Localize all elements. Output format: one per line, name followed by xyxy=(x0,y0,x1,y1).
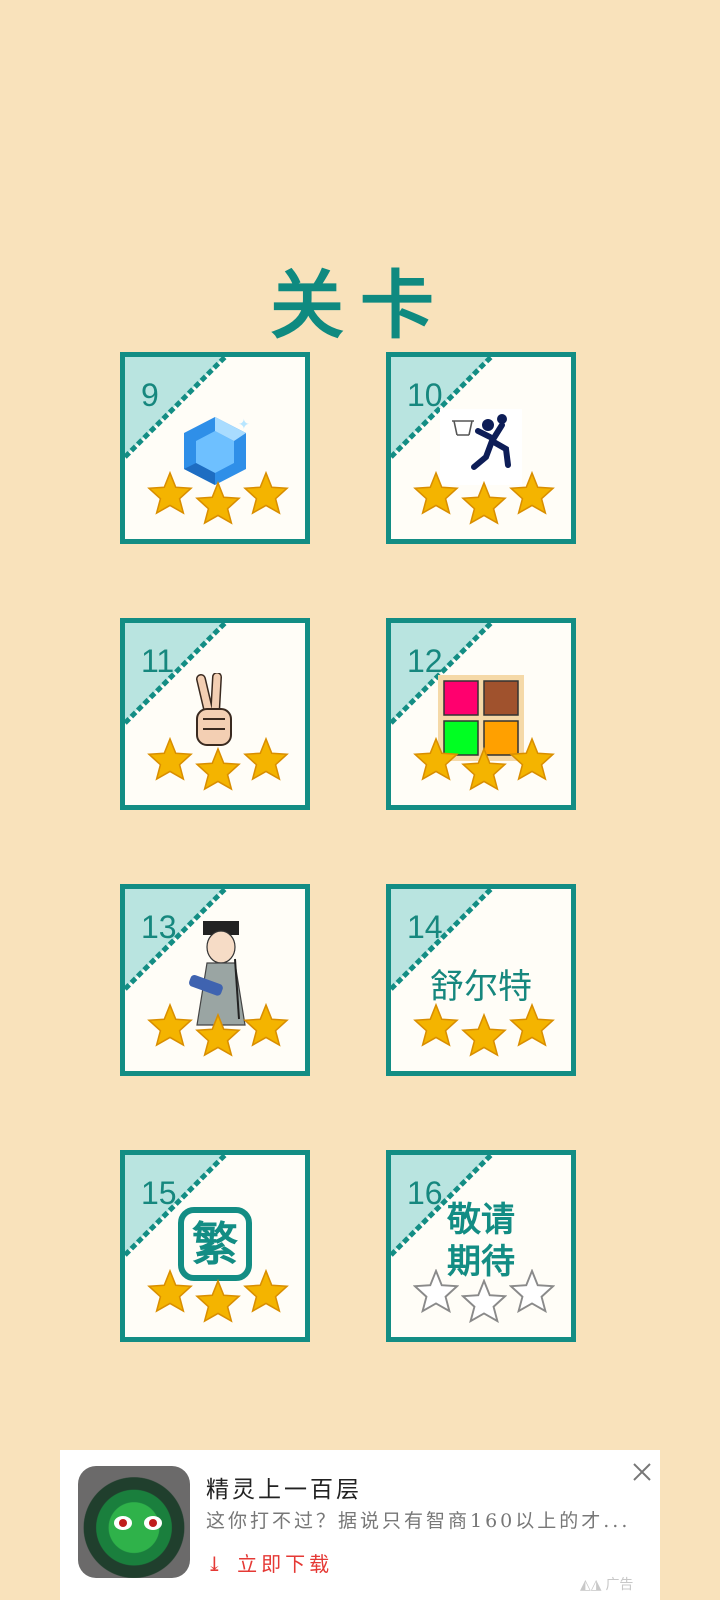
star-rating xyxy=(143,737,293,795)
star-filled-icon xyxy=(147,471,193,515)
ad-description: 这你打不过？据说只有智商160以上的才... xyxy=(206,1510,631,1532)
level-card-10[interactable]: 10 xyxy=(386,352,576,544)
star-filled-icon xyxy=(461,747,507,791)
star-filled-icon xyxy=(461,481,507,525)
star-empty-icon xyxy=(509,1269,555,1313)
star-filled-icon xyxy=(195,481,241,525)
star-filled-icon xyxy=(413,1003,459,1047)
star-filled-icon xyxy=(413,471,459,515)
close-icon[interactable] xyxy=(630,1460,654,1484)
level-card-16[interactable]: 16 敬请 期待 xyxy=(386,1150,576,1342)
ad-app-name: 精灵上一百层 xyxy=(206,1477,362,1503)
level-number: 9 xyxy=(141,377,159,413)
star-filled-icon xyxy=(413,737,459,781)
level-number: 16 xyxy=(407,1175,443,1211)
star-rating xyxy=(409,471,559,529)
download-label: 立即下载 xyxy=(237,1552,334,1576)
download-icon: ⤓ xyxy=(206,1552,227,1576)
level-card-11[interactable]: 11 xyxy=(120,618,310,810)
level-grid: 9 ✦ 10 11 12 13 14 舒尔特 15 繁 16 敬请 期待 xyxy=(0,0,720,1345)
ad-label: ◭◮ 广告 xyxy=(580,1576,634,1592)
star-filled-icon xyxy=(195,1013,241,1057)
level-number: 10 xyxy=(407,377,443,413)
level-number: 15 xyxy=(141,1175,177,1211)
star-filled-icon xyxy=(147,1269,193,1313)
star-filled-icon xyxy=(195,1279,241,1323)
star-rating xyxy=(409,737,559,795)
star-filled-icon xyxy=(461,1013,507,1057)
level-card-15[interactable]: 15 繁 xyxy=(120,1150,310,1342)
ad-mark-icon: ◭◮ xyxy=(580,1576,602,1592)
svg-text:✦: ✦ xyxy=(238,416,250,432)
ad-banner[interactable]: 精灵上一百层 这你打不过？据说只有智商160以上的才... ⤓ 立即下载 ◭◮ … xyxy=(60,1450,660,1600)
level-card-14[interactable]: 14 舒尔特 xyxy=(386,884,576,1076)
star-filled-icon xyxy=(243,471,289,515)
level-card-13[interactable]: 13 xyxy=(120,884,310,1076)
level-card-9[interactable]: 9 ✦ xyxy=(120,352,310,544)
star-filled-icon xyxy=(509,1003,555,1047)
star-filled-icon xyxy=(509,737,555,781)
star-filled-icon xyxy=(243,737,289,781)
star-rating xyxy=(143,1269,293,1327)
star-filled-icon xyxy=(195,747,241,791)
star-rating xyxy=(409,1003,559,1061)
star-filled-icon xyxy=(147,1003,193,1047)
star-filled-icon xyxy=(509,471,555,515)
star-filled-icon xyxy=(243,1003,289,1047)
level-number: 14 xyxy=(407,909,443,945)
star-empty-icon xyxy=(461,1279,507,1323)
app-logo-icon[interactable] xyxy=(78,1466,190,1578)
level-card-12[interactable]: 12 xyxy=(386,618,576,810)
schulte-label: 舒尔特 xyxy=(430,967,532,1007)
star-rating xyxy=(409,1269,559,1327)
download-button[interactable]: ⤓ 立即下载 xyxy=(206,1548,333,1577)
star-rating xyxy=(143,471,293,529)
star-filled-icon xyxy=(147,737,193,781)
level-number: 13 xyxy=(141,909,177,945)
star-rating xyxy=(143,1003,293,1061)
level-number: 11 xyxy=(141,643,175,679)
star-filled-icon xyxy=(243,1269,289,1313)
star-empty-icon xyxy=(413,1269,459,1313)
